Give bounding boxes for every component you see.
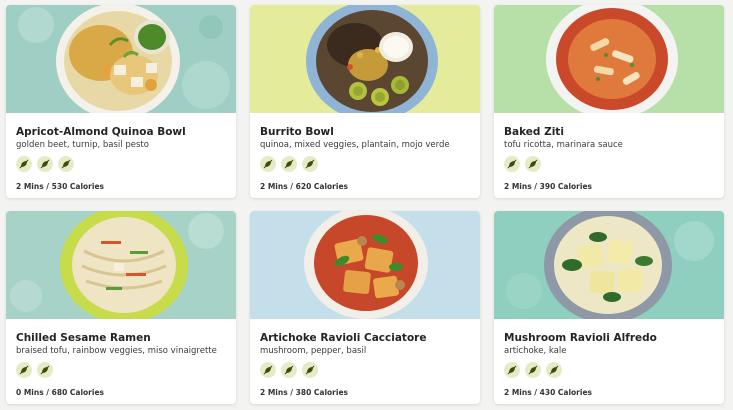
meal-title[interactable]: Artichoke Ravioli Cacciatore: [260, 332, 426, 344]
meal-ingredients: tofu ricotta, marinara sauce: [504, 140, 623, 150]
leaf-badge-icon: [525, 156, 541, 172]
meal-time-calories: 2 Mins / 620 Calories: [260, 182, 349, 191]
meal-card-chilled-sesame-ramen[interactable]: Chilled Sesame Ramen braised tofu, rainb…: [6, 211, 236, 404]
meal-title[interactable]: Mushroom Ravioli Alfredo: [504, 332, 657, 344]
leaf-badge-icon: [546, 362, 562, 378]
leaf-badge-icon: [260, 362, 276, 378]
meal-time-calories: 2 Mins / 380 Calories: [260, 388, 349, 397]
meal-photo[interactable]: [6, 211, 236, 319]
leaf-badge-icon: [37, 362, 53, 378]
meal-card-mushroom-ravioli-alfredo[interactable]: Mushroom Ravioli Alfredo artichoke, kale…: [494, 211, 724, 404]
meal-title[interactable]: Baked Ziti: [504, 126, 564, 138]
meal-ingredients: mushroom, pepper, basil: [260, 346, 367, 356]
leaf-badge-icon: [302, 362, 318, 378]
leaf-badge-icon: [281, 362, 297, 378]
leaf-badge-icon: [281, 156, 297, 172]
meal-ingredients: braised tofu, rainbow veggies, miso vina…: [16, 346, 217, 356]
meal-ingredients: quinoa, mixed veggies, plantain, mojo ve…: [260, 140, 450, 150]
diet-badges: [504, 156, 541, 172]
meal-card-burrito-bowl[interactable]: Burrito Bowl quinoa, mixed veggies, plan…: [250, 5, 480, 198]
meal-photo[interactable]: [494, 211, 724, 319]
meal-title[interactable]: Burrito Bowl: [260, 126, 334, 138]
meal-card-artichoke-ravioli-cacciatore[interactable]: Artichoke Ravioli Cacciatore mushroom, p…: [250, 211, 480, 404]
meal-card-apricot-almond-quinoa-bowl[interactable]: Apricot-Almond Quinoa Bowl golden beet, …: [6, 5, 236, 198]
leaf-badge-icon: [504, 362, 520, 378]
leaf-badge-icon: [302, 156, 318, 172]
meal-time-calories: 2 Mins / 530 Calories: [16, 182, 105, 191]
diet-badges: [16, 156, 74, 172]
diet-badges: [504, 362, 562, 378]
meal-time-calories: 0 Mins / 680 Calories: [16, 388, 105, 397]
meal-grid: Apricot-Almond Quinoa Bowl golden beet, …: [0, 0, 733, 410]
meal-ingredients: golden beet, turnip, basil pesto: [16, 140, 149, 150]
leaf-badge-icon: [16, 362, 32, 378]
leaf-badge-icon: [58, 156, 74, 172]
diet-badges: [260, 362, 318, 378]
meal-title[interactable]: Apricot-Almond Quinoa Bowl: [16, 126, 186, 138]
diet-badges: [260, 156, 318, 172]
meal-time-calories: 2 Mins / 390 Calories: [504, 182, 593, 191]
meal-photo[interactable]: [250, 211, 480, 319]
meal-photo[interactable]: [6, 5, 236, 113]
diet-badges: [16, 362, 53, 378]
leaf-badge-icon: [16, 156, 32, 172]
leaf-badge-icon: [260, 156, 276, 172]
meal-photo[interactable]: [250, 5, 480, 113]
meal-photo[interactable]: [494, 5, 724, 113]
leaf-badge-icon: [37, 156, 53, 172]
meal-ingredients: artichoke, kale: [504, 346, 567, 356]
meal-title[interactable]: Chilled Sesame Ramen: [16, 332, 151, 344]
meal-card-baked-ziti[interactable]: Baked Ziti tofu ricotta, marinara sauce …: [494, 5, 724, 198]
leaf-badge-icon: [504, 156, 520, 172]
meal-time-calories: 2 Mins / 430 Calories: [504, 388, 593, 397]
leaf-badge-icon: [525, 362, 541, 378]
